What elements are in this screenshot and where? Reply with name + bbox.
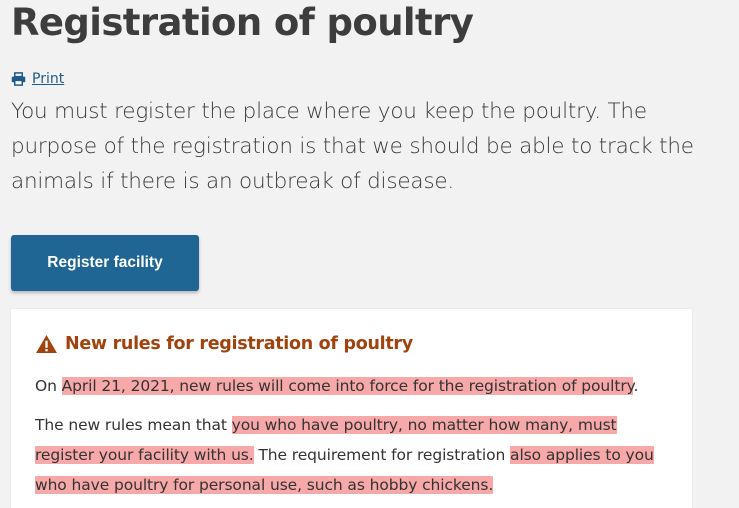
notice-heading-text: New rules for registration of poultry xyxy=(65,334,413,354)
notice-heading: New rules for registration of poultry xyxy=(35,334,668,354)
p2-middle: The requirement for registration xyxy=(253,446,511,464)
p2-before: The new rules mean that xyxy=(35,416,232,434)
intro-text: You must register the place where you ke… xyxy=(11,99,694,194)
page: Registration of poultry Print You must r… xyxy=(0,0,739,508)
register-facility-button[interactable]: Register facility xyxy=(11,235,199,291)
page-title: Registration of poultry xyxy=(11,1,474,44)
p1-highlight: April 21, 2021, new rules will come into… xyxy=(61,377,634,395)
notice-paragraph-1: On April 21, 2021, new rules will come i… xyxy=(35,371,668,401)
print-label: Print xyxy=(32,71,65,87)
printer-icon xyxy=(11,72,26,86)
warning-icon xyxy=(36,334,57,354)
p1-after: . xyxy=(633,377,639,395)
print-link[interactable]: Print xyxy=(11,71,64,87)
p1-before: On xyxy=(35,377,62,395)
notice-paragraph-2: The new rules mean that you who have pou… xyxy=(35,410,668,500)
notice-box: New rules for registration of poultry On… xyxy=(11,309,692,508)
